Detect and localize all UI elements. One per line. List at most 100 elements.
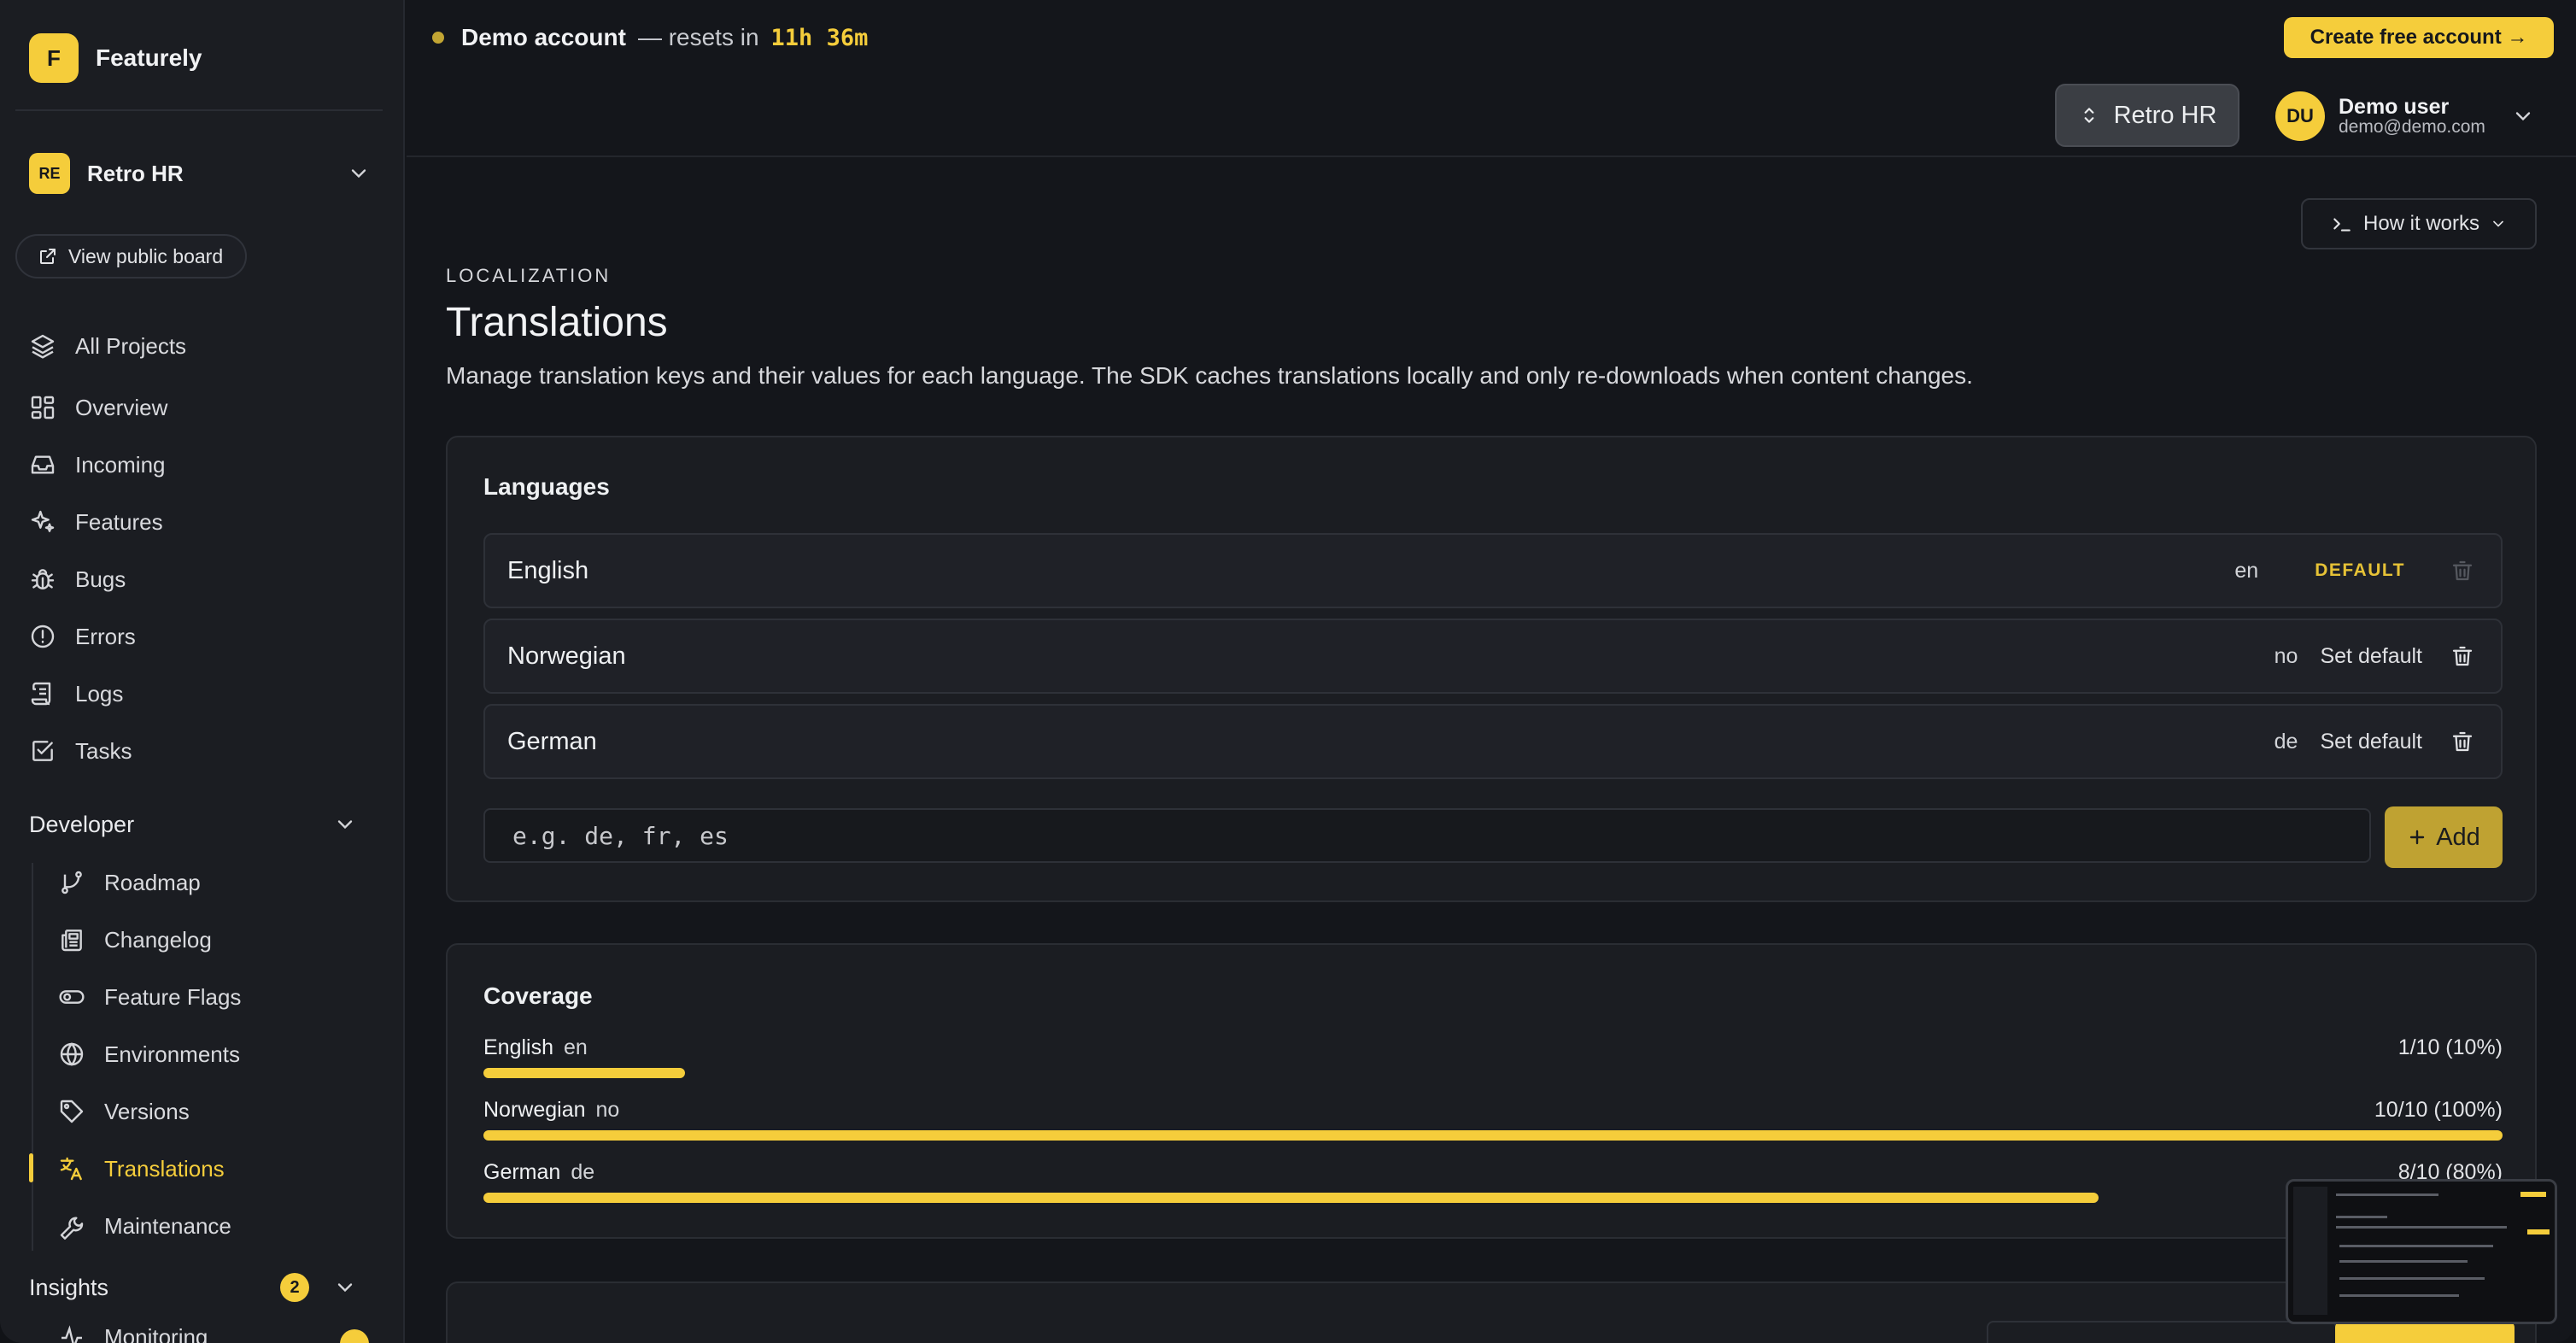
chevron-down-icon: [351, 169, 366, 179]
sidebar-item-overview[interactable]: Overview: [29, 386, 379, 429]
sidebar-section-insights[interactable]: Insights 2: [29, 1266, 379, 1309]
active-indicator: [29, 1153, 33, 1182]
chevron-down-icon: [2515, 112, 2531, 121]
git-branch-icon: [61, 871, 82, 894]
coverage-bar: [483, 1193, 2099, 1203]
sidebar-item-label: Versions: [104, 1098, 190, 1124]
language-row-english: English en DEFAULT: [483, 533, 2503, 608]
languages-title: Languages: [483, 473, 610, 500]
preview-sidebar: [2293, 1187, 2327, 1315]
sidebar-item-label: Tasks: [75, 737, 132, 764]
language-code: en: [2234, 558, 2259, 583]
language-name: German: [507, 727, 597, 755]
keys-card: [446, 1281, 2537, 1343]
language-code: de: [2274, 729, 2298, 754]
status-dot: [432, 32, 444, 44]
sparkles-icon: [31, 510, 55, 532]
languages-card: Languages English en DEFAULT Norwegian n…: [446, 436, 2537, 902]
preview-line: [2339, 1260, 2468, 1263]
project-pill-button[interactable]: Retro HR: [2055, 84, 2239, 147]
default-badge: DEFAULT: [2315, 560, 2405, 580]
globe-icon: [60, 1042, 84, 1066]
sidebar-item-label: All Projects: [75, 332, 187, 359]
chevron-down-icon: [337, 820, 353, 830]
user-name: Demo user: [2339, 94, 2450, 119]
trash-icon[interactable]: [2450, 643, 2475, 669]
sidebar-item-label: Overview: [75, 394, 168, 420]
sidebar-item-translations[interactable]: Translations: [58, 1147, 379, 1190]
topbar: Demo account — resets in 11h 36m Create …: [407, 0, 2576, 157]
sidebar-item-label: Changelog: [104, 926, 212, 953]
project-switcher[interactable]: RE Retro HR: [29, 150, 371, 196]
set-default-button[interactable]: Set default: [2320, 730, 2422, 754]
coverage-card: Coverage English en 1/10 (10%) Norwegian n…: [446, 943, 2537, 1239]
add-label: Add: [2436, 823, 2480, 851]
how-it-works-button[interactable]: How it works: [2301, 198, 2537, 249]
set-default-button[interactable]: Set default: [2320, 644, 2422, 669]
brand-name: Featurely: [96, 44, 202, 71]
sidebar-item-label: Errors: [75, 623, 136, 649]
sidebar-item-all-projects[interactable]: All Projects: [29, 325, 379, 367]
avatar: DU: [2275, 91, 2325, 141]
wrench-icon: [60, 1217, 84, 1240]
coverage-code: no: [595, 1098, 620, 1122]
trash-icon[interactable]: [2450, 558, 2475, 584]
sidebar-item-label: Feature Flags: [104, 983, 242, 1010]
sidebar-item-roadmap[interactable]: Roadmap: [58, 861, 379, 904]
monitoring-badge: [340, 1329, 369, 1343]
insights-count-badge: 2: [280, 1273, 309, 1302]
view-public-board-button[interactable]: View public board: [15, 234, 248, 279]
bug-icon: [31, 569, 55, 589]
chevron-down-icon: [337, 1283, 353, 1293]
language-row-german: German de Set default: [483, 704, 2503, 779]
preview-line: [2336, 1193, 2438, 1196]
sidebar-item-environments[interactable]: Environments: [58, 1033, 379, 1076]
coverage-code: en: [564, 1035, 588, 1059]
trash-icon[interactable]: [2450, 729, 2475, 754]
brand[interactable]: F Featurely: [29, 32, 202, 84]
section-label: Insights: [29, 1274, 109, 1300]
sidebar-item-features[interactable]: Features: [29, 501, 379, 543]
sidebar-item-logs[interactable]: Logs: [29, 672, 379, 715]
preview-accent: [2520, 1192, 2546, 1197]
sidebar-item-bugs[interactable]: Bugs: [29, 558, 379, 601]
coverage-row-english: English en 1/10 (10%): [483, 1035, 2503, 1083]
sidebar-item-label: Features: [75, 508, 163, 535]
scroll-icon: [31, 682, 51, 706]
coverage-row-german: German de 8/10 (80%): [483, 1160, 2503, 1208]
newspaper-icon: [61, 930, 82, 952]
language-row-norwegian: Norwegian no Set default: [483, 619, 2503, 694]
sidebar-item-changelog[interactable]: Changelog: [58, 918, 379, 961]
external-link-icon: [40, 249, 56, 264]
sidebar-item-feature-flags[interactable]: Feature Flags: [58, 976, 379, 1018]
sidebar-item-errors[interactable]: Errors: [29, 615, 379, 658]
create-free-account-button[interactable]: Create free account →: [2284, 17, 2554, 58]
coverage-value: 10/10 (100%): [2374, 1098, 2503, 1122]
sidebar-section-developer[interactable]: Developer: [29, 803, 379, 846]
sidebar-item-tasks[interactable]: Tasks: [29, 730, 379, 772]
add-language-button[interactable]: Add: [2385, 806, 2503, 868]
project-pill-label: Retro HR: [2113, 101, 2217, 129]
languages-icon: [60, 1157, 82, 1181]
demo-label: Demo account: [461, 24, 626, 50]
screen-preview-thumbnail[interactable]: [2286, 1179, 2557, 1324]
sidebar-item-incoming[interactable]: Incoming: [29, 443, 379, 486]
sidebar: F Featurely RE Retro HR View public boar…: [0, 0, 405, 1343]
sidebar-item-monitoring[interactable]: Monitoring: [58, 1324, 208, 1343]
dashboard-icon: [31, 396, 55, 419]
sidebar-item-versions[interactable]: Versions: [58, 1090, 379, 1133]
coverage-language: German: [483, 1160, 561, 1184]
page-eyebrow: LOCALIZATION: [446, 265, 612, 286]
demo-banner: Demo account — resets in 11h 36m: [432, 21, 868, 55]
user-email: demo@demo.com: [2339, 117, 2485, 138]
sidebar-item-label: Roadmap: [104, 869, 201, 895]
alert-circle-icon: [31, 625, 55, 648]
user-menu[interactable]: DU Demo user demo@demo.com: [2275, 89, 2535, 144]
sidebar-item-maintenance[interactable]: Maintenance: [58, 1205, 379, 1247]
coverage-bar: [483, 1130, 2503, 1141]
language-code-input[interactable]: [483, 808, 2371, 863]
coverage-track: [483, 1130, 2503, 1141]
search-keys-input[interactable]: [1987, 1321, 2337, 1343]
preview-line: [2339, 1294, 2459, 1297]
tree-line: [32, 863, 33, 1251]
